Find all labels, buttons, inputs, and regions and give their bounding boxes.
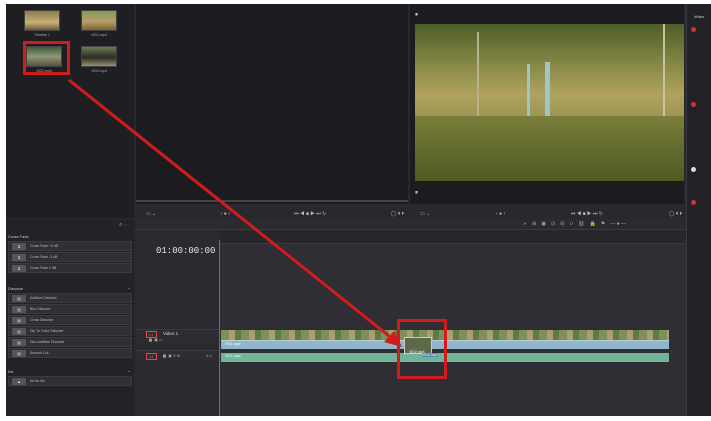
arrow-line <box>68 78 395 342</box>
annotation-arrow <box>68 78 402 347</box>
